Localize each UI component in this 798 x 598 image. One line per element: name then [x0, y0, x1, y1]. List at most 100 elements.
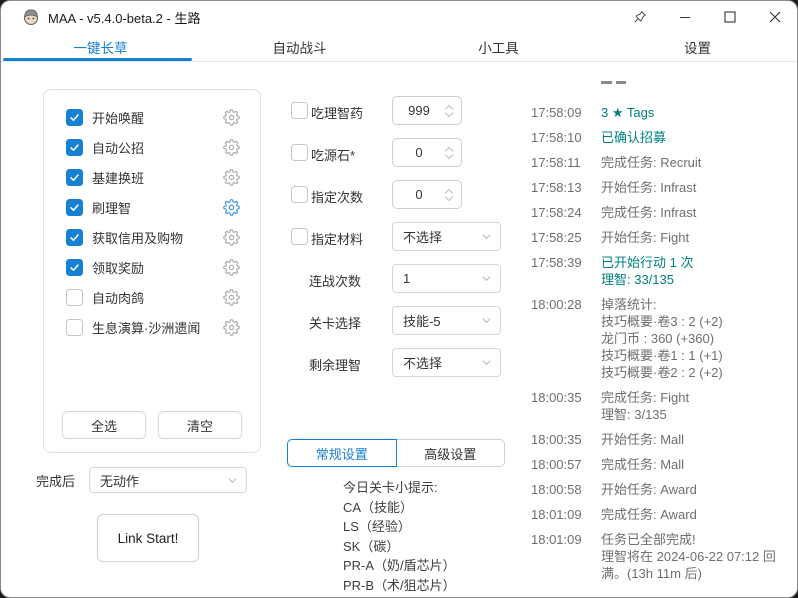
gear-icon[interactable] [223, 319, 240, 336]
main-tab-一键长草[interactable]: 一键长草 [1, 33, 200, 61]
setting-checkbox[interactable] [291, 186, 308, 203]
setting-label: 连战次数 [309, 271, 361, 290]
spinner-icon[interactable] [444, 103, 454, 119]
task-row: 生息演算·沙洲遗闻 [44, 312, 260, 342]
chevron-down-icon [481, 315, 492, 326]
setting-checkbox[interactable] [291, 144, 308, 161]
gear-icon[interactable] [223, 289, 240, 306]
close-button[interactable] [752, 1, 797, 33]
task-label: 获取信用及购物 [92, 228, 223, 247]
clipped-log-line [531, 79, 789, 85]
task-row: 刷理智 [44, 192, 260, 222]
log-timestamp: 18:00:28 [531, 296, 601, 381]
log-message: 开始任务: Infrast [601, 179, 696, 196]
log-timestamp: 17:58:25 [531, 229, 601, 246]
setting-label: 指定材料 [311, 229, 363, 248]
settings-tab[interactable]: 常规设置 [287, 439, 397, 467]
task-checkbox[interactable] [66, 169, 83, 186]
log-timestamp: 17:58:24 [531, 204, 601, 221]
log-entry: 17:58:25 开始任务: Fight [531, 229, 789, 246]
setting-select[interactable]: 1 [392, 264, 501, 293]
tip-line: LS（经验） [343, 517, 456, 537]
setting-label: 关卡选择 [309, 313, 361, 332]
log-message: 任务已全部完成!理智将在 2024-06-22 07:12 回满。(13h 11… [601, 531, 776, 582]
spinner-icon[interactable] [444, 187, 454, 203]
task-checkbox[interactable] [66, 199, 83, 216]
setting-select[interactable]: 技能-5 [392, 306, 501, 335]
task-label: 开始唤醒 [92, 108, 223, 127]
gear-icon[interactable] [223, 259, 240, 276]
task-checkbox[interactable] [66, 319, 83, 336]
log-entry: 18:00:58 开始任务: Award [531, 481, 789, 498]
after-finish-label: 完成后 [36, 471, 75, 490]
chevron-down-icon [481, 273, 492, 284]
setting-label: 剩余理智 [309, 355, 361, 374]
task-label: 领取奖励 [92, 258, 223, 277]
setting-checkbox[interactable] [291, 228, 308, 245]
task-checkbox[interactable] [66, 139, 83, 156]
settings-tab[interactable]: 高级设置 [397, 439, 506, 467]
task-label: 自动公招 [92, 138, 223, 157]
log-message: 已开始行动 1 次理智: 33/135 [601, 254, 693, 288]
log-entry: 18:00:28 掉落统计:技巧概要·卷3 : 2 (+2)龙门币 : 360 … [531, 296, 789, 381]
log-message: 完成任务: Award [601, 506, 697, 523]
gear-icon[interactable] [223, 199, 240, 216]
task-checkbox[interactable] [66, 259, 83, 276]
after-finish-select[interactable]: 无动作 [89, 467, 247, 493]
settings-tab-bar: 常规设置高级设置 [287, 439, 505, 467]
link-start-button[interactable]: Link Start! [97, 514, 199, 562]
log-entry: 17:58:11 完成任务: Recruit [531, 154, 789, 171]
fight-setting-row: 指定次数 0 [290, 180, 506, 209]
task-checkbox[interactable] [66, 229, 83, 246]
task-checkbox[interactable] [66, 109, 83, 126]
fight-setting-row: 连战次数 1 [290, 264, 506, 293]
task-row: 开始唤醒 [44, 102, 260, 132]
pin-button[interactable] [617, 1, 662, 33]
number-input[interactable]: 999 [392, 96, 462, 125]
fight-setting-row: 指定材料 不选择 [290, 222, 506, 251]
main-tab-设置[interactable]: 设置 [598, 33, 797, 61]
select-all-button[interactable]: 全选 [62, 411, 146, 439]
chevron-down-icon [227, 475, 238, 486]
setting-checkbox[interactable] [291, 102, 308, 119]
log-entry: 17:58:39 已开始行动 1 次理智: 33/135 [531, 254, 789, 288]
log-entry: 18:01:09 任务已全部完成!理智将在 2024-06-22 07:12 回… [531, 531, 789, 582]
setting-select[interactable]: 不选择 [392, 222, 501, 251]
log-entry: 18:00:35 开始任务: Mall [531, 431, 789, 448]
tip-line: SK（碳） [343, 537, 456, 557]
number-input[interactable]: 0 [392, 138, 462, 167]
minimize-button[interactable] [662, 1, 707, 33]
log-entry: 17:58:09 3 ★ Tags [531, 104, 789, 121]
gear-icon[interactable] [223, 109, 240, 126]
log-timestamp: 17:58:09 [531, 104, 601, 121]
fight-setting-row: 吃理智药 999 [290, 96, 506, 125]
log-message: 完成任务: Infrast [601, 204, 696, 221]
gear-icon[interactable] [223, 169, 240, 186]
title-bar: MAA - v5.4.0-beta.2 - 生路 [1, 1, 797, 33]
main-content: 开始唤醒 自动公招 基建换班 [1, 62, 797, 598]
task-checkbox[interactable] [66, 289, 83, 306]
log-entry: 17:58:10 已确认招募 [531, 129, 789, 146]
setting-label: 吃源石* [311, 145, 355, 164]
log-entry: 18:01:09 完成任务: Award [531, 506, 789, 523]
log-entry: 18:00:35 完成任务: Fight理智: 3/135 [531, 389, 789, 423]
maximize-button[interactable] [707, 1, 752, 33]
log-timestamp: 18:00:35 [531, 389, 601, 423]
main-tab-自动战斗[interactable]: 自动战斗 [200, 33, 399, 61]
log-entry: 18:00:57 完成任务: Mall [531, 456, 789, 473]
task-row: 获取信用及购物 [44, 222, 260, 252]
clear-button[interactable]: 清空 [158, 411, 242, 439]
main-tab-小工具[interactable]: 小工具 [399, 33, 598, 61]
setting-select[interactable]: 不选择 [392, 348, 501, 377]
number-input[interactable]: 0 [392, 180, 462, 209]
spinner-icon[interactable] [444, 145, 454, 161]
fight-setting-row: 吃源石* 0 [290, 138, 506, 167]
app-logo-icon [22, 8, 40, 26]
log-timestamp: 18:00:58 [531, 481, 601, 498]
gear-icon[interactable] [223, 139, 240, 156]
task-label: 自动肉鸽 [92, 288, 223, 307]
gear-icon[interactable] [223, 229, 240, 246]
fight-settings: 吃理智药 999 吃源石* 0 [290, 96, 506, 390]
log-entry: 17:58:13 开始任务: Infrast [531, 179, 789, 196]
task-row: 自动公招 [44, 132, 260, 162]
